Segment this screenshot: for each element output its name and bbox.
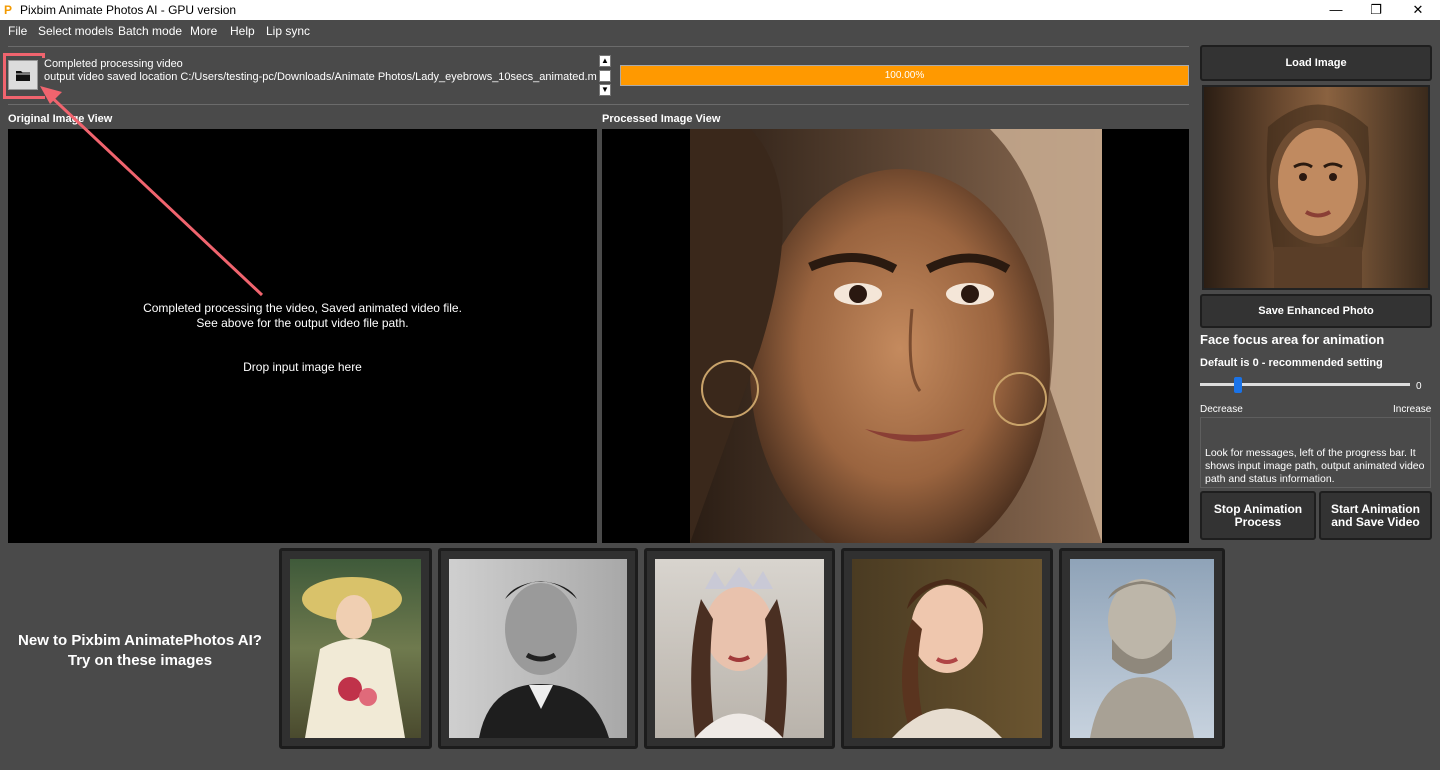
face-focus-slider-handle[interactable]: [1234, 377, 1242, 393]
menu-file[interactable]: File: [8, 24, 27, 38]
message-line: output video saved location C:/Users/tes…: [44, 71, 597, 83]
window-title: Pixbim Animate Photos AI - GPU version: [20, 3, 237, 17]
save-enhanced-photo-button[interactable]: Save Enhanced Photo: [1200, 294, 1432, 328]
close-button[interactable]: ✕: [1398, 0, 1438, 20]
menu-lip-sync[interactable]: Lip sync: [266, 24, 310, 38]
processed-image-view: [602, 129, 1189, 543]
original-image-drop-zone[interactable]: Completed processing the video, Saved an…: [8, 129, 597, 543]
maximize-button[interactable]: ❐: [1356, 0, 1396, 20]
sample-illustration: [479, 581, 609, 738]
default-setting-label: Default is 0 - recommended setting: [1200, 357, 1383, 369]
message-scrollbar[interactable]: ▲ ▼: [597, 55, 613, 97]
status-message-line: Completed processing the video, Saved an…: [143, 301, 462, 315]
menu-bar: File Select models Batch mode More Help …: [0, 20, 1440, 42]
slider-value: 0: [1416, 381, 1422, 392]
menu-select-models[interactable]: Select models: [38, 24, 113, 38]
preview-portrait-illustration: [1266, 104, 1370, 288]
sample-illustration: [1090, 579, 1194, 738]
decrease-label: Decrease: [1200, 404, 1243, 415]
stop-animation-button[interactable]: Stop Animation Process: [1200, 491, 1316, 540]
sample-illustration: [302, 577, 405, 738]
heading-line: Try on these images: [67, 652, 213, 669]
button-label: Stop Animation: [1213, 501, 1303, 516]
app-logo-icon: P: [4, 3, 13, 17]
message-line: Completed processing video: [44, 58, 183, 70]
divider: [8, 46, 1189, 47]
button-label: and Save Video: [1331, 514, 1420, 529]
heading-line: New to Pixbim AnimatePhotos AI?: [18, 632, 262, 649]
processed-view-label: Processed Image View: [602, 113, 721, 125]
processed-portrait-image: [690, 129, 1102, 543]
button-label: Start Animation: [1331, 501, 1420, 516]
button-label: Process: [1234, 514, 1282, 529]
message-log: Completed processing video output video …: [42, 58, 597, 96]
minimize-button[interactable]: —: [1316, 0, 1356, 20]
scroll-thumb[interactable]: [599, 70, 611, 82]
face-focus-label: Face focus area for animation: [1200, 332, 1385, 347]
scroll-down-icon[interactable]: ▼: [599, 84, 611, 96]
face-focus-slider-track[interactable]: [1200, 383, 1410, 386]
sample-illustration: [892, 579, 1002, 738]
status-message-line: See above for the output video file path…: [196, 316, 409, 330]
sample-image-bust-statue[interactable]: [1059, 548, 1225, 749]
scroll-up-icon[interactable]: ▲: [599, 55, 611, 67]
title-bar: P Pixbim Animate Photos AI - GPU version…: [0, 0, 1440, 20]
sample-image-victorian-lady[interactable]: [279, 548, 432, 749]
sample-illustration: [691, 567, 787, 738]
loaded-image-preview: [1202, 85, 1430, 290]
sample-image-princess[interactable]: [644, 548, 835, 749]
portrait-illustration: [690, 129, 1102, 543]
progress-label: 100.00%: [884, 70, 925, 81]
sample-image-man-portrait[interactable]: [438, 548, 638, 749]
divider: [8, 104, 1189, 105]
menu-help[interactable]: Help: [230, 24, 255, 38]
sample-image-painted-lady[interactable]: [841, 548, 1053, 749]
load-image-button[interactable]: Load Image: [1200, 45, 1432, 81]
annotation-highlight: [3, 53, 45, 99]
status-message: Completed processing the video, Saved an…: [8, 301, 597, 331]
menu-more[interactable]: More: [190, 24, 217, 38]
sample-images-heading: New to Pixbim AnimatePhotos AI? Try on t…: [0, 631, 280, 671]
increase-label: Increase: [1393, 404, 1432, 415]
menu-batch-mode[interactable]: Batch mode: [118, 24, 182, 38]
info-text-box: Look for messages, left of the progress …: [1200, 417, 1431, 488]
original-view-label: Original Image View: [8, 113, 113, 125]
drop-hint: Drop input image here: [243, 360, 362, 374]
start-animation-button[interactable]: Start Animation and Save Video: [1319, 491, 1432, 540]
progress-bar: 100.00%: [620, 65, 1189, 86]
